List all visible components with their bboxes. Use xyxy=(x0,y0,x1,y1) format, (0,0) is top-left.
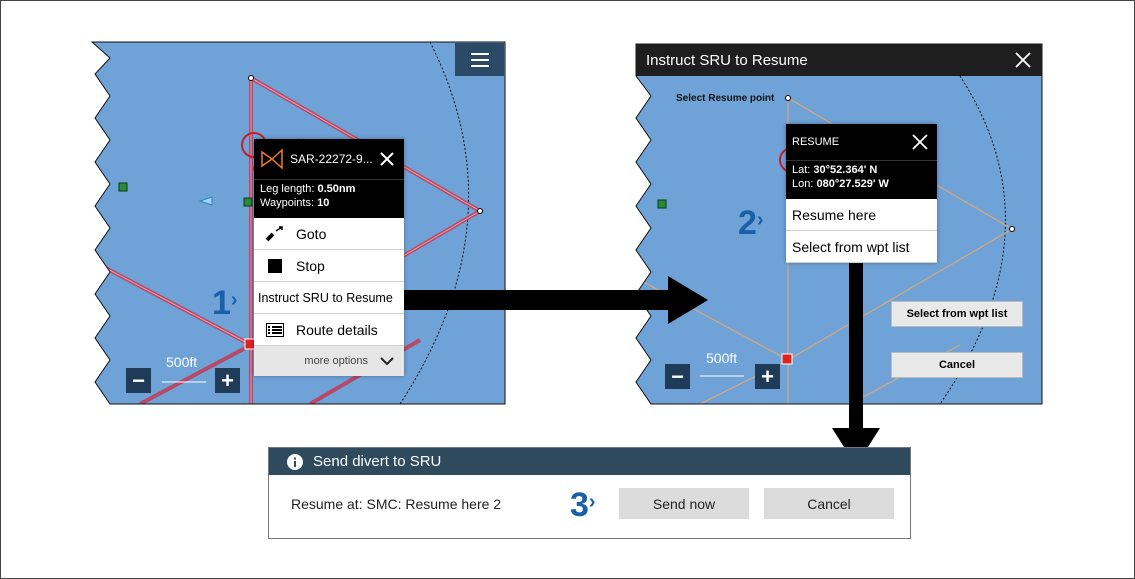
resume-message: Resume at: SMC: Resume here 2 xyxy=(291,496,502,512)
more-options-label: more options xyxy=(304,355,368,367)
instruct-dialog-title-bar: Instruct SRU to Resume xyxy=(636,44,1042,76)
lat-label: Lat: xyxy=(792,164,811,176)
button-label: Cancel xyxy=(938,359,976,371)
resume-popup-header: RESUME xyxy=(786,124,937,160)
dialog-title: Instruct SRU to Resume xyxy=(646,51,808,69)
step-3-marker: 3› xyxy=(570,486,596,524)
context-menu-title: SAR-22272-9... xyxy=(290,152,373,166)
zoom-out-label: − xyxy=(671,363,684,389)
cancel-button[interactable]: Cancel xyxy=(891,352,1023,378)
menu-item-label: Select from wpt list xyxy=(792,238,910,255)
chevron-down-icon xyxy=(380,357,394,366)
zoom-in-label: + xyxy=(761,363,774,389)
menu-item-label: Resume here xyxy=(792,206,877,223)
button-label: Cancel xyxy=(807,495,851,512)
resume-popup-title: RESUME xyxy=(792,136,840,148)
menu-item-label: Route details xyxy=(296,321,378,338)
zoom-out-label: − xyxy=(132,367,145,393)
dialog-title: Send divert to SRU xyxy=(313,453,442,470)
menu-item-goto[interactable]: Goto xyxy=(254,218,404,250)
resume-popup: RESUME Lat: 30°52.364' N Lon: 080°27.529… xyxy=(786,124,937,263)
context-menu-header: SAR-22272-9... xyxy=(254,139,404,179)
zoom-out-button[interactable]: − xyxy=(126,368,151,393)
menu-item-select-from-wpt-list[interactable]: Select from wpt list xyxy=(786,231,937,263)
scale-label: 500ft xyxy=(166,354,198,370)
route-context-menu: SAR-22272-9... Leg length: 0.50nm Waypoi… xyxy=(254,139,404,376)
menu-item-stop[interactable]: Stop xyxy=(254,250,404,282)
waypoints-label: Waypoints: xyxy=(260,197,315,209)
button-label: Send now xyxy=(652,495,716,512)
goto-icon xyxy=(264,225,286,242)
scale-label: 500ft xyxy=(706,350,738,366)
zoom-in-label: + xyxy=(221,367,234,393)
close-icon[interactable] xyxy=(1014,51,1032,69)
step-2-marker: 2› xyxy=(738,204,764,242)
lat-value: 30°52.364' N xyxy=(813,164,878,176)
select-resume-point-label: Select Resume point xyxy=(676,93,775,104)
menu-item-label: Goto xyxy=(296,225,327,242)
menu-item-resume-here[interactable]: Resume here xyxy=(786,199,937,231)
step-1-marker: 1› xyxy=(212,284,238,322)
lon-value: 080°27.529' W xyxy=(816,178,889,190)
cancel-button[interactable]: Cancel xyxy=(764,488,894,519)
zoom-out-button[interactable]: − xyxy=(665,364,690,389)
step-number: 1 xyxy=(212,284,231,322)
close-icon[interactable] xyxy=(378,150,396,168)
info-icon xyxy=(287,453,303,470)
more-options-button[interactable]: more options xyxy=(254,346,404,376)
leg-length-label: Leg length: xyxy=(260,183,315,195)
list-icon xyxy=(264,322,286,337)
step-number: 3 xyxy=(570,486,589,524)
zoom-in-button[interactable]: + xyxy=(755,364,780,389)
menu-button[interactable] xyxy=(455,43,504,76)
menu-item-instruct-sru[interactable]: Instruct SRU to Resume xyxy=(254,282,404,314)
lon-label: Lon: xyxy=(792,178,814,190)
select-from-wpt-list-button[interactable]: Select from wpt list xyxy=(891,301,1023,327)
stop-icon xyxy=(264,258,286,273)
leg-length-value: 0.50nm xyxy=(317,183,356,195)
zoom-in-button[interactable]: + xyxy=(215,368,240,393)
button-label: Select from wpt list xyxy=(906,308,1008,320)
send-divert-header: Send divert to SRU xyxy=(269,448,910,475)
flow-arrow-down xyxy=(849,262,863,430)
menu-item-label: Instruct SRU to Resume xyxy=(258,290,393,305)
close-icon[interactable] xyxy=(911,133,929,151)
step-number: 2 xyxy=(738,204,757,242)
resume-coordinates: Lat: 30°52.364' N Lon: 080°27.529' W xyxy=(786,160,937,199)
menu-item-label: Stop xyxy=(296,257,325,274)
hamburger-icon xyxy=(470,52,489,67)
route-info: Leg length: 0.50nm Waypoints: 10 xyxy=(254,179,404,218)
sar-pattern-icon xyxy=(261,148,283,170)
send-now-button[interactable]: Send now xyxy=(619,488,749,519)
waypoints-value: 10 xyxy=(317,197,330,209)
menu-item-route-details[interactable]: Route details xyxy=(254,314,404,346)
